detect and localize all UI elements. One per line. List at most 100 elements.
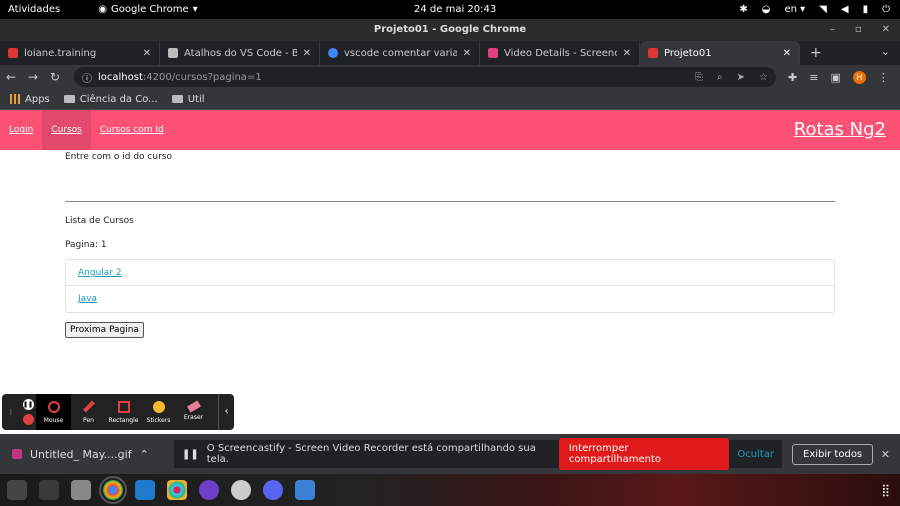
back-icon[interactable]: ← bbox=[0, 70, 22, 84]
close-icon[interactable]: ✕ bbox=[882, 19, 890, 41]
web-page: Login Cursos Cursos com Id Rotas Ng2 Ent… bbox=[0, 110, 900, 449]
tab-screencastify[interactable]: Video Details - Screencas ✕ bbox=[480, 41, 640, 65]
stop-sharing-button[interactable]: Interromper compartilhamento bbox=[558, 438, 730, 470]
rectangle-icon bbox=[117, 400, 130, 413]
stop-record-icon[interactable] bbox=[22, 414, 34, 425]
reading-list-icon[interactable]: ≡ bbox=[809, 71, 818, 84]
bookmark-star-icon[interactable]: ☆ bbox=[759, 72, 768, 83]
app-menu[interactable]: ◉ Google Chrome ▾ bbox=[98, 4, 197, 15]
menu-kebab-icon[interactable]: ⋮ bbox=[878, 71, 889, 84]
apps-grid-icon bbox=[10, 94, 20, 104]
send-icon[interactable]: ➤ bbox=[737, 72, 745, 83]
dock: ⣿ bbox=[0, 474, 900, 506]
nav-cursos-link[interactable]: Cursos bbox=[42, 110, 91, 150]
language-selector[interactable]: en ▾ bbox=[784, 4, 805, 15]
course-link[interactable]: Java bbox=[78, 294, 97, 304]
share-message: O Screencastify - Screen Video Recorder … bbox=[206, 443, 536, 465]
chevron-up-icon[interactable]: ⌃ bbox=[140, 448, 149, 461]
power-icon[interactable]: ⏻ bbox=[882, 4, 890, 15]
tab-title: Video Details - Screencas bbox=[504, 47, 617, 59]
github-icon[interactable] bbox=[199, 480, 219, 500]
tab-close-icon[interactable]: ✕ bbox=[623, 48, 631, 59]
tool-stickers[interactable]: Stickers bbox=[141, 394, 176, 430]
vscode-icon[interactable] bbox=[135, 480, 155, 500]
wifi-icon[interactable]: ◥ bbox=[819, 4, 827, 15]
profile-avatar[interactable]: H bbox=[852, 70, 866, 84]
slack-icon[interactable]: ✱ bbox=[739, 4, 747, 15]
bookmark-label: Apps bbox=[25, 93, 50, 105]
tab-strip: loiane.training ✕ Atalhos do VS Code - B… bbox=[0, 41, 900, 65]
app-brand-link[interactable]: Rotas Ng2 bbox=[785, 110, 895, 150]
caret-down-icon: ▾ bbox=[192, 4, 198, 15]
info-icon[interactable]: ⓘ bbox=[82, 70, 92, 85]
tab-loiane[interactable]: loiane.training ✕ bbox=[0, 41, 160, 65]
show-all-downloads-button[interactable]: Exibir todos bbox=[792, 443, 874, 465]
tab-close-icon[interactable]: ✕ bbox=[783, 48, 791, 59]
discord-icon[interactable]: ◒ bbox=[762, 4, 771, 15]
list-item: Angular 2 bbox=[66, 260, 834, 286]
course-id-input[interactable] bbox=[65, 190, 835, 202]
drag-handle-icon[interactable]: ⋮ bbox=[2, 409, 20, 416]
pause-icon[interactable]: ❚❚ bbox=[22, 399, 34, 410]
maximize-icon[interactable]: ▫ bbox=[855, 19, 862, 41]
close-icon[interactable]: ✕ bbox=[881, 448, 890, 461]
nav-cursos-com-id-link[interactable]: Cursos com Id bbox=[91, 110, 173, 150]
folder-icon bbox=[63, 95, 75, 103]
tab-projeto01[interactable]: Projeto01 ✕ bbox=[640, 41, 800, 65]
chrome-icon: ◉ bbox=[98, 4, 107, 15]
side-panel-icon[interactable]: ▣ bbox=[830, 71, 840, 84]
disk-icon[interactable] bbox=[231, 480, 251, 500]
volume-icon[interactable]: ◀ bbox=[841, 4, 849, 15]
tool-rectangle[interactable]: Rectangle bbox=[106, 394, 141, 430]
bookmark-folder-util[interactable]: Util bbox=[171, 93, 205, 105]
reload-icon[interactable]: ↻ bbox=[44, 70, 66, 84]
tool-pen[interactable]: Pen bbox=[71, 394, 106, 430]
bookmark-folder-ciencia[interactable]: Ciência da Co... bbox=[63, 94, 158, 105]
clock[interactable]: 24 de mai 20:43 bbox=[414, 4, 496, 15]
terminal-icon[interactable] bbox=[7, 480, 27, 500]
list-item: Java bbox=[66, 286, 834, 312]
chrome-icon[interactable] bbox=[99, 476, 127, 504]
slack-icon[interactable] bbox=[167, 480, 187, 500]
bookmark-label: Util bbox=[187, 93, 205, 105]
battery-icon[interactable]: ▮ bbox=[863, 4, 869, 15]
hide-share-notice-link[interactable]: Ocultar bbox=[737, 449, 774, 460]
files-icon[interactable] bbox=[71, 480, 91, 500]
mouse-pointer-icon bbox=[47, 400, 60, 413]
extensions-icon[interactable]: ✚ bbox=[788, 71, 797, 84]
tab-search-chevron-icon[interactable]: ⌄ bbox=[881, 45, 890, 58]
tab-google-search[interactable]: vscode comentar varias li ✕ bbox=[320, 41, 480, 65]
new-tab-button[interactable]: + bbox=[800, 41, 832, 65]
next-page-button[interactable]: Proxima Pagina bbox=[65, 322, 144, 338]
download-item[interactable]: Untitled_ May....gif ⌃ bbox=[0, 448, 160, 461]
app-menu-label: Google Chrome bbox=[110, 4, 189, 15]
course-list-title: Lista de Cursos bbox=[65, 216, 134, 226]
address-bar[interactable]: ⓘ localhost:4200/cursos?pagina=1 ⎘ ⌕ ➤ ☆ bbox=[74, 67, 776, 87]
discord-icon[interactable] bbox=[263, 480, 283, 500]
nav-login-link[interactable]: Login bbox=[0, 110, 42, 150]
tab-vscode-blog[interactable]: Atalhos do VS Code - Blog ✕ bbox=[160, 41, 320, 65]
tool-mouse[interactable]: Mouse bbox=[36, 394, 71, 430]
tool-eraser[interactable]: Eraser bbox=[176, 394, 211, 430]
tab-close-icon[interactable]: ✕ bbox=[143, 48, 151, 59]
url-host: localhost bbox=[98, 71, 143, 83]
google-favicon-icon bbox=[328, 48, 338, 58]
tool-label: Eraser bbox=[183, 414, 204, 421]
collapse-chevron-icon[interactable]: ‹ bbox=[218, 394, 234, 430]
activities-button[interactable]: Atividades bbox=[8, 4, 60, 15]
show-apps-grid-icon[interactable]: ⣿ bbox=[881, 483, 890, 497]
text-editor-icon[interactable] bbox=[295, 480, 315, 500]
forward-icon[interactable]: → bbox=[22, 70, 44, 84]
url-path: :4200/cursos?pagina=1 bbox=[142, 71, 262, 83]
tab-close-icon[interactable]: ✕ bbox=[303, 48, 311, 59]
zoom-icon[interactable]: ⌕ bbox=[717, 72, 723, 83]
screencastify-draw-toolbar: ⋮ ❚❚ Mouse Pen Rectangle Stickers Eraser… bbox=[2, 394, 234, 430]
bookmark-apps[interactable]: Apps bbox=[10, 94, 50, 105]
system-monitor-icon[interactable] bbox=[39, 480, 59, 500]
tab-close-icon[interactable]: ✕ bbox=[463, 48, 471, 59]
translate-icon[interactable]: ⎘ bbox=[695, 72, 703, 83]
minimize-icon[interactable]: – bbox=[830, 19, 835, 41]
screencastify-favicon-icon bbox=[488, 48, 498, 58]
screen-share-notice: ❚❚ O Screencastify - Screen Video Record… bbox=[174, 438, 782, 470]
course-link[interactable]: Angular 2 bbox=[78, 268, 122, 278]
